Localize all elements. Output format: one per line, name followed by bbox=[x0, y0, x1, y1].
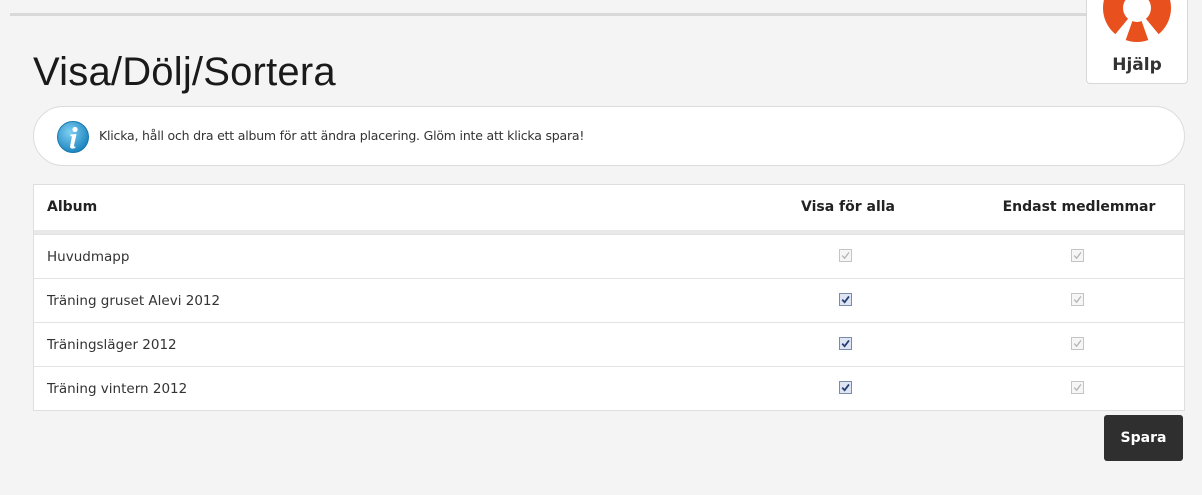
table-header: Album Visa för alla Endast medlemmar bbox=[34, 185, 1184, 234]
lifebuoy-icon bbox=[1095, 0, 1179, 50]
album-table: Album Visa för alla Endast medlemmar Huv… bbox=[33, 184, 1185, 411]
checkmark-icon bbox=[1073, 384, 1082, 392]
checkmark-icon bbox=[841, 252, 850, 260]
checkmark-icon bbox=[1073, 296, 1082, 304]
info-text: Klicka, håll och dra ett album för att ä… bbox=[99, 128, 585, 143]
column-header-album: Album bbox=[47, 199, 98, 215]
table-row[interactable]: Träningsläger 2012 bbox=[34, 322, 1184, 366]
album-name: Huvudmapp bbox=[47, 249, 130, 265]
visa-for-alla-checkbox[interactable] bbox=[839, 381, 852, 394]
visa-for-alla-checkbox[interactable] bbox=[839, 337, 852, 350]
visa-for-alla-checkbox bbox=[839, 249, 852, 262]
checkmark-icon bbox=[1073, 252, 1082, 260]
album-name: Träning vintern 2012 bbox=[47, 381, 188, 397]
endast-medlemmar-checkbox bbox=[1071, 381, 1084, 394]
help-label: Hjälp bbox=[1112, 55, 1162, 75]
column-header-visa-for-alla: Visa för alla bbox=[800, 199, 896, 215]
endast-medlemmar-checkbox bbox=[1071, 249, 1084, 262]
top-divider bbox=[10, 13, 1186, 16]
endast-medlemmar-checkbox bbox=[1071, 337, 1084, 350]
table-row[interactable]: Huvudmapp bbox=[34, 234, 1184, 278]
column-header-endast-medlemmar: Endast medlemmar bbox=[1002, 199, 1156, 215]
save-button[interactable]: Spara bbox=[1104, 415, 1183, 461]
album-name: Träningsläger 2012 bbox=[47, 337, 177, 353]
checkmark-icon bbox=[841, 339, 850, 348]
checkmark-icon bbox=[1073, 340, 1082, 348]
table-row[interactable]: Träning vintern 2012 bbox=[34, 366, 1184, 410]
info-icon bbox=[57, 121, 89, 153]
info-banner: Klicka, håll och dra ett album för att ä… bbox=[33, 106, 1185, 166]
album-name: Träning gruset Alevi 2012 bbox=[47, 293, 221, 309]
table-row[interactable]: Träning gruset Alevi 2012 bbox=[34, 278, 1184, 322]
checkmark-icon bbox=[841, 383, 850, 392]
help-button[interactable]: Hjälp bbox=[1086, 0, 1188, 84]
visa-for-alla-checkbox[interactable] bbox=[839, 293, 852, 306]
checkmark-icon bbox=[841, 295, 850, 304]
page-title: Visa/Dölj/Sortera bbox=[33, 50, 336, 94]
endast-medlemmar-checkbox bbox=[1071, 293, 1084, 306]
